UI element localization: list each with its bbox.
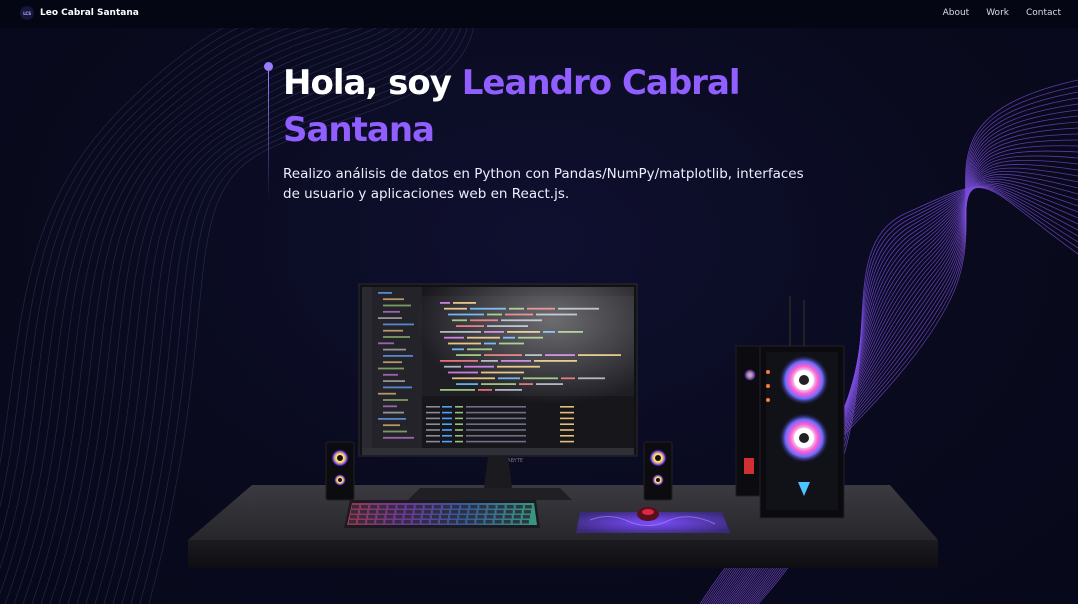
brand-home-link[interactable]: LCS Leo Cabral Santana [20,6,139,20]
monitor: GIGABYTE [358,283,638,500]
keyboard [344,500,540,528]
hero-section: Hola, soy Leandro Cabral Santana Realizo… [264,60,824,204]
portfolio-page: LCS Leo Cabral Santana About Work Contac… [0,0,1078,604]
brand-logo: LCS [20,6,34,20]
hero-subtitle: Realizo análisis de datos en Python con … [283,166,804,202]
nav-link-work[interactable]: Work [986,8,1009,18]
speaker-right [643,441,673,501]
hero-accent-bar [268,71,269,201]
brand-name: Leo Cabral Santana [40,8,139,18]
hero-accent-line [264,62,274,212]
mouse [637,507,659,521]
speaker-left [325,441,355,501]
desk-front [188,540,938,568]
navbar: LCS Leo Cabral Santana About Work Contac… [0,0,1078,28]
nav-link-about[interactable]: About [943,8,970,18]
pc-tower [735,296,845,519]
hero-title: Hola, soy Leandro Cabral Santana [264,60,824,154]
nav-link-contact[interactable]: Contact [1026,8,1061,18]
hero-accent-dot [264,62,273,71]
nav-links: About Work Contact [943,8,1061,18]
hero-greeting: Hola, soy [283,63,462,103]
